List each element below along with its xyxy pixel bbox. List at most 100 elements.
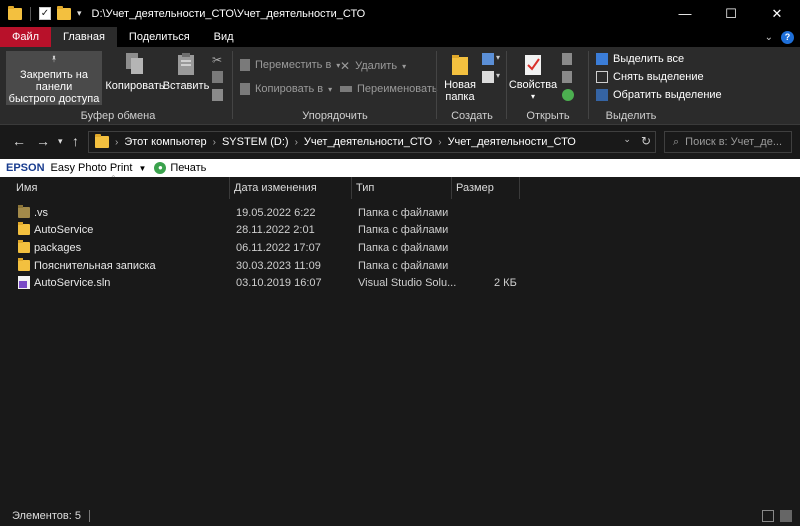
back-arrow-icon[interactable]: ←	[12, 133, 26, 149]
invert-selection-button[interactable]: Обратить выделение	[596, 89, 722, 101]
delete-icon: ✕	[340, 59, 351, 73]
chevron-right-icon[interactable]: ›	[213, 137, 216, 148]
new-folder-button[interactable]: Новая папка	[442, 53, 478, 103]
collapse-ribbon-icon[interactable]: ⌄	[765, 32, 773, 43]
breadcrumb-folder-2[interactable]: Учет_деятельности_СТО	[448, 136, 576, 148]
select-none-label: Снять выделение	[613, 71, 704, 83]
epson-logo: EPSON	[6, 162, 45, 174]
help-icon[interactable]: ?	[781, 30, 794, 44]
open-group-label: Открыть	[526, 110, 570, 122]
divider	[30, 6, 31, 21]
column-date[interactable]: Дата изменения	[230, 177, 352, 199]
tab-home[interactable]: Главная	[51, 27, 117, 47]
details-view-icon[interactable]	[762, 510, 774, 522]
status-bar: Элементов: 5	[0, 506, 800, 526]
file-size: 2 КБ	[494, 277, 517, 289]
select-all-button[interactable]: Выделить все	[596, 53, 684, 65]
list-item[interactable]: AutoService.sln 03.10.2019 16:07 Visual …	[0, 274, 800, 292]
refresh-icon[interactable]: ↻	[641, 134, 651, 148]
close-button[interactable]: ✕	[754, 0, 800, 27]
select-group-label: Выделить	[605, 110, 657, 122]
maximize-button[interactable]: ☐	[708, 0, 754, 27]
properties-button[interactable]: Свойства ▾	[509, 53, 557, 103]
list-item[interactable]: packages 06.11.2022 17:07 Папка с файлам…	[0, 239, 800, 257]
paste-shortcut-icon[interactable]	[212, 89, 223, 101]
create-group-label: Создать	[451, 110, 493, 122]
select-all-label: Выделить все	[613, 53, 685, 65]
copy-to-button[interactable]: Копировать в ▾	[240, 83, 332, 95]
file-name: AutoService.sln	[34, 277, 111, 289]
paste-button[interactable]: Вставить	[162, 51, 210, 92]
print-icon[interactable]: ●	[154, 162, 167, 174]
organize-group-label: Упорядочить	[302, 110, 368, 122]
chevron-down-icon[interactable]: ▼	[138, 164, 146, 173]
column-type[interactable]: Тип	[352, 177, 452, 199]
chevron-right-icon[interactable]: ›	[438, 137, 441, 148]
search-input[interactable]: ⌕ Поиск в: Учет_де...	[664, 131, 792, 153]
pin-quick-access-button[interactable]: Закрепить на панели быстрого доступа	[6, 51, 102, 105]
large-icons-view-icon[interactable]	[780, 510, 792, 522]
paste-label: Вставить	[162, 80, 210, 92]
organize-group: Переместить в ▾ Копировать в ▾ ✕ Удалить…	[234, 47, 438, 125]
copy-to-label: Копировать в	[255, 83, 324, 95]
search-placeholder: Поиск в: Учет_де...	[685, 136, 782, 148]
list-item[interactable]: AutoService 28.11.2022 2:01 Папка с файл…	[0, 221, 800, 239]
list-item[interactable]: .vs 19.05.2022 6:22 Папка с файлами	[0, 204, 800, 222]
edit-icon[interactable]	[562, 71, 572, 83]
chevron-down-icon[interactable]: ▾	[496, 71, 500, 80]
easy-photo-print-button[interactable]: Easy Photo Print	[51, 162, 133, 174]
chevron-down-icon[interactable]: ▾	[496, 53, 500, 62]
file-type: Папка с файлами	[358, 242, 449, 254]
folder-icon	[8, 5, 22, 20]
column-size[interactable]: Размер	[452, 177, 520, 199]
new-folder-icon	[452, 55, 468, 75]
select-none-button[interactable]: Снять выделение	[596, 71, 704, 83]
pin-label-line2: быстрого доступа	[8, 93, 100, 105]
properties-icon[interactable]: ✓	[39, 7, 51, 20]
delete-button[interactable]: ✕ Удалить ▾	[340, 59, 406, 73]
invert-selection-label: Обратить выделение	[613, 89, 722, 101]
tab-share[interactable]: Поделиться	[117, 27, 202, 47]
file-date: 03.10.2019 16:07	[236, 277, 322, 289]
folder-icon	[18, 258, 30, 271]
chevron-down-icon[interactable]: ⌄	[623, 134, 631, 148]
file-date: 06.11.2022 17:07	[236, 242, 321, 254]
copy-path-icon[interactable]	[212, 71, 223, 83]
column-name[interactable]: Имя	[12, 177, 230, 199]
up-arrow-icon[interactable]: ↑	[72, 133, 79, 149]
breadcrumb-this-pc[interactable]: Этот компьютер	[124, 136, 206, 148]
customize-qat-icon[interactable]: ▾	[77, 8, 82, 19]
new-folder-label-line2: папка	[445, 91, 475, 103]
minimize-button[interactable]: —	[662, 0, 708, 27]
file-name: AutoService	[34, 224, 94, 236]
recent-locations-icon[interactable]: ▾	[58, 136, 63, 147]
file-name: packages	[34, 242, 82, 254]
open-group: Свойства ▾ Открыть	[508, 47, 588, 125]
copy-button[interactable]: Копировать	[105, 51, 165, 92]
chevron-right-icon[interactable]: ›	[115, 137, 118, 148]
address-bar[interactable]: › Этот компьютер › SYSTEM (D:) › Учет_де…	[88, 131, 656, 153]
tab-view[interactable]: Вид	[202, 27, 246, 47]
epson-toolbar: EPSON Easy Photo Print ▼ ● Печать	[0, 159, 800, 177]
breadcrumb-folder-1[interactable]: Учет_деятельности_СТО	[304, 136, 432, 148]
chevron-right-icon[interactable]: ›	[295, 137, 298, 148]
breadcrumb-drive[interactable]: SYSTEM (D:)	[222, 136, 289, 148]
new-folder-icon[interactable]	[57, 5, 71, 20]
rename-button[interactable]: Переименовать	[340, 83, 438, 95]
file-type: Visual Studio Solu...	[358, 277, 457, 289]
divider	[232, 51, 233, 119]
cut-icon[interactable]: ✂	[212, 53, 226, 67]
open-icon[interactable]	[562, 53, 572, 65]
move-to-button[interactable]: Переместить в ▾	[240, 59, 340, 71]
history-icon[interactable]	[562, 89, 574, 101]
divider	[88, 510, 90, 522]
forward-arrow-icon[interactable]: →	[36, 133, 50, 149]
create-group: Новая папка ▾ ▾ Создать	[438, 47, 506, 125]
hidden-folder-icon	[18, 205, 30, 218]
easy-access-icon[interactable]	[482, 71, 494, 83]
print-button[interactable]: Печать	[170, 162, 206, 174]
move-to-label: Переместить в	[255, 59, 332, 71]
list-item[interactable]: Пояснительная записка 30.03.2023 11:09 П…	[0, 257, 800, 275]
tab-file[interactable]: Файл	[0, 27, 52, 47]
new-item-icon[interactable]	[482, 53, 494, 65]
